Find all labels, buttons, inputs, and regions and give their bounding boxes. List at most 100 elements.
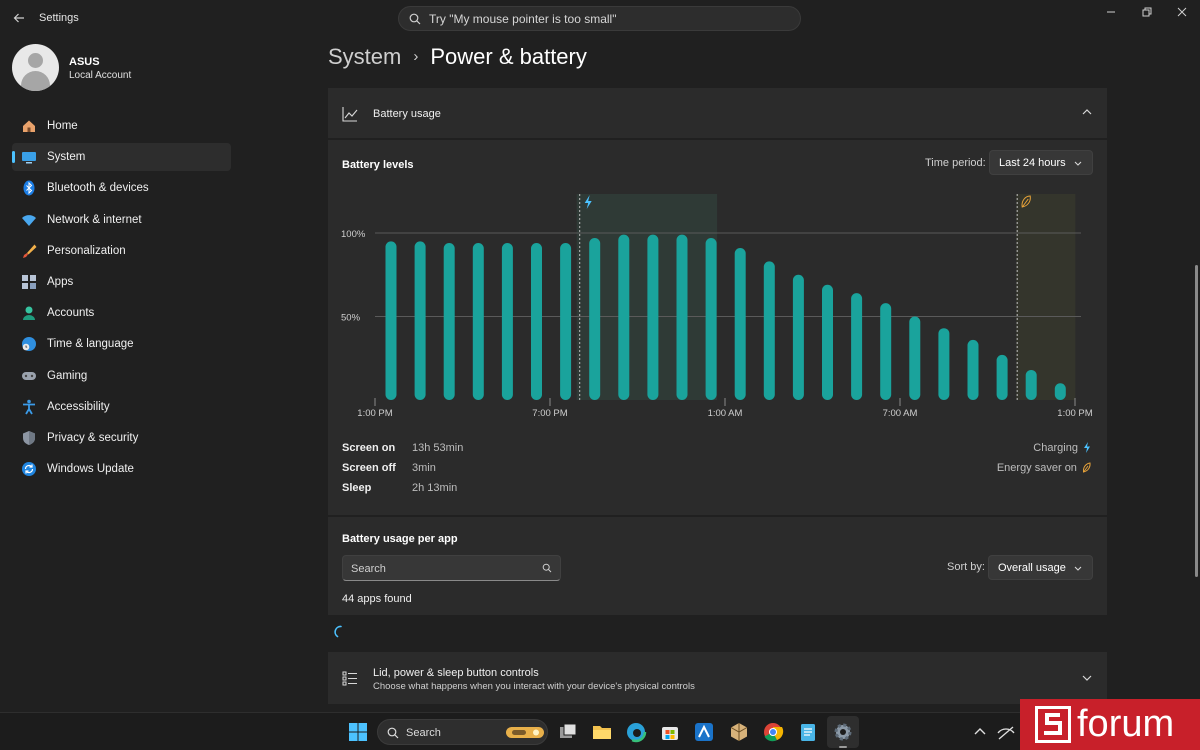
legend-energy-saver: Energy saver on (997, 462, 1091, 482)
sidebar-item-label: Privacy & security (47, 431, 139, 444)
battery-bar (880, 303, 892, 400)
list-settings-icon (342, 671, 357, 686)
battery-bar (385, 241, 397, 400)
sidebar-item-label: Home (47, 120, 78, 132)
user-profile[interactable]: ASUS Local Account (12, 44, 232, 92)
sidebar-item-bluetooth[interactable]: Bluetooth & devices (12, 174, 231, 202)
search-highlight-icon (506, 727, 544, 738)
edge-browser-icon[interactable] (625, 721, 647, 743)
sort-by-value: Overall usage (998, 562, 1066, 574)
restore-icon (1142, 7, 1152, 17)
legend-charging: Charging (997, 442, 1091, 462)
breadcrumb-separator: › (413, 48, 419, 65)
x-tick-label: 1:00 AM (708, 408, 743, 419)
battery-bar (676, 234, 688, 400)
bluetooth-icon (23, 180, 35, 196)
back-arrow-icon (13, 13, 24, 23)
sidebar-item-time-language[interactable]: Time & language (12, 330, 231, 358)
sidebar-item-accessibility[interactable]: Accessibility (12, 393, 231, 421)
notepad-icon[interactable] (797, 721, 819, 743)
x-tick-label: 1:00 PM (1057, 408, 1092, 419)
battery-bar (763, 261, 775, 400)
chevron-down-icon (1082, 675, 1092, 681)
chrome-browser-icon[interactable] (762, 721, 784, 743)
sidebar-item-network[interactable]: Network & internet (12, 206, 231, 234)
sort-by-label: Sort by: (947, 561, 985, 573)
time-period-value: Last 24 hours (999, 157, 1066, 169)
app-blue-icon[interactable] (693, 721, 715, 743)
battery-usage-title: Battery usage (373, 108, 441, 120)
account-icon (23, 306, 35, 321)
restore-button[interactable] (1133, 4, 1161, 22)
sidebar-item-home[interactable]: Home (12, 112, 231, 140)
battery-levels-chart: 100% 50% 1:00 PM 7:00 PM 1:00 AM 7:00 AM 1:00… (341, 194, 1093, 419)
battery-bar (1054, 383, 1066, 400)
lid-controls-title: Lid, power & sleep button controls (373, 667, 539, 679)
sidebar-item-windows-update[interactable]: Windows Update (12, 455, 231, 483)
scrollbar-thumb[interactable] (1195, 265, 1198, 577)
battery-bar (792, 274, 804, 400)
legend-charging-label: Charging (1033, 442, 1078, 454)
battery-bar (1025, 369, 1037, 400)
settings-search-input[interactable] (429, 10, 789, 28)
battery-usage-per-app-title: Battery usage per app (342, 533, 458, 545)
app-search-input[interactable] (351, 561, 531, 576)
search-icon (387, 727, 399, 739)
wifi-icon (22, 214, 36, 226)
globe-clock-icon (22, 337, 36, 352)
lightning-icon (1084, 442, 1090, 453)
sidebar-item-label: System (47, 151, 86, 164)
legend-energy-saver-label: Energy saver on (996, 462, 1077, 474)
s-logo-icon (1044, 713, 1062, 735)
sidebar-item-personalization[interactable]: Personalization (12, 237, 231, 265)
sidebar-item-accounts[interactable]: Accounts (12, 299, 231, 327)
back-button[interactable] (10, 11, 28, 27)
app-search-box[interactable] (342, 555, 561, 581)
sidebar-item-gaming[interactable]: Gaming (12, 362, 231, 390)
battery-bar (589, 238, 601, 400)
y-tick-label: 50% (341, 313, 361, 324)
settings-search-box[interactable] (398, 6, 801, 31)
avatar (12, 44, 59, 91)
sidebar-item-system[interactable]: System (12, 143, 231, 172)
battery-bar (414, 241, 426, 400)
line-chart-icon (342, 107, 358, 122)
lid-power-sleep-card[interactable]: Lid, power & sleep button controls Choos… (328, 652, 1107, 704)
x-tick-label: 7:00 PM (532, 408, 567, 419)
leaf-icon (1082, 462, 1091, 473)
sidebar-item-label: Network & internet (47, 213, 142, 226)
watermark-text: forum (1077, 703, 1175, 745)
battery-bar (705, 238, 717, 400)
sidebar-item-privacy[interactable]: Privacy & security (12, 424, 231, 452)
sidebar-item-label: Accessibility (47, 400, 110, 413)
battery-usage-header[interactable]: Battery usage (328, 88, 1107, 138)
breadcrumb-parent-system[interactable]: System (328, 44, 401, 69)
windows-start-icon[interactable] (347, 721, 369, 743)
taskbar-search[interactable]: Search (377, 719, 548, 745)
stat-name: Screen off (342, 462, 396, 474)
time-period-dropdown[interactable]: Last 24 hours (989, 150, 1093, 175)
sidebar-item-label: Gaming (47, 369, 88, 382)
close-button[interactable] (1168, 4, 1196, 22)
minimize-button[interactable] (1097, 4, 1125, 22)
active-app-indicator (839, 746, 847, 748)
battery-bar (443, 243, 455, 400)
task-view-icon[interactable] (557, 721, 579, 743)
sidebar-item-apps[interactable]: Apps (12, 268, 231, 296)
battery-bar (967, 339, 979, 400)
sidebar-item-label: Time & language (47, 338, 134, 351)
file-explorer-icon[interactable] (591, 721, 613, 743)
apps-icon (22, 274, 36, 289)
profile-account-type: Local Account (69, 70, 132, 81)
settings-taskbar-button[interactable] (827, 716, 859, 748)
chevron-up-icon[interactable] (971, 721, 989, 743)
sort-by-dropdown[interactable]: Overall usage (988, 555, 1093, 580)
sidebar-item-label: Personalization (47, 244, 126, 257)
battery-bar (851, 293, 863, 400)
microsoft-store-icon[interactable] (659, 721, 681, 743)
network-disconnected-icon[interactable] (996, 721, 1016, 743)
close-icon (1177, 7, 1187, 17)
lid-controls-subtitle: Choose what happens when you interact wi… (373, 681, 695, 692)
package-app-icon[interactable] (728, 721, 750, 743)
sidebar-item-label: Bluetooth & devices (47, 182, 149, 195)
